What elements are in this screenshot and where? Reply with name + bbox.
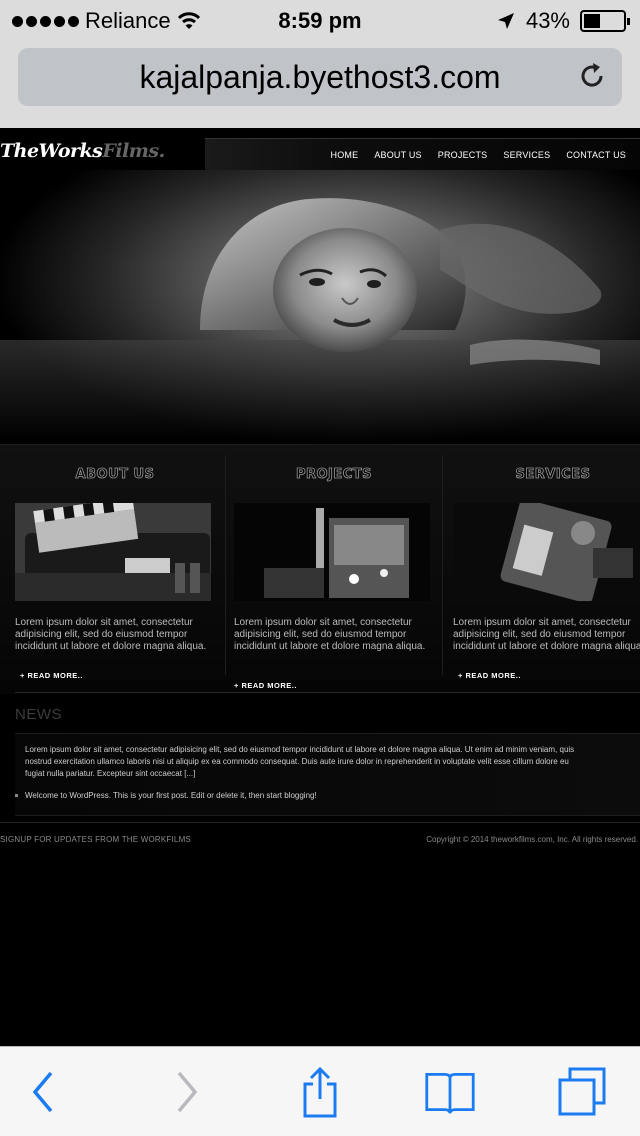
share-button[interactable] (294, 1066, 346, 1118)
back-icon (32, 1071, 53, 1113)
nav-projects[interactable]: PROJECTS (430, 150, 496, 160)
nav-contact-us[interactable]: CONTACT US (558, 150, 634, 160)
main-nav: HOME ABOUT US PROJECTS SERVICES CONTACT … (205, 138, 640, 170)
column-title[interactable]: SERVICES (453, 467, 640, 483)
column-image-camera[interactable] (453, 503, 640, 601)
browser-toolbar (0, 1046, 640, 1136)
web-page: TheWorksFilms. HOME ABOUT US PROJECTS SE… (0, 128, 640, 1046)
reload-icon[interactable] (574, 58, 610, 94)
status-bar: Reliance 8:59 pm 43% (0, 0, 640, 40)
news-divider (15, 692, 640, 693)
news-excerpt-line: Lorem ipsum dolor sit amet, consectetur … (25, 745, 575, 754)
read-more-link[interactable]: + READ MORE.. (20, 671, 83, 680)
tabs-icon (558, 1067, 606, 1116)
footer-signup[interactable]: SIGNUP FOR UPDATES FROM THE WORKFILMS (0, 835, 191, 844)
address-bar[interactable]: kajalpanja.byethost3.com (18, 48, 622, 106)
news-list-item[interactable]: Welcome to WordPress. This is your first… (15, 791, 317, 800)
nav-about-us[interactable]: ABOUT US (366, 150, 429, 160)
bullet-icon (15, 794, 18, 798)
column-about-us: ABOUT US Lorem ipsum dolor sit amet, con… (0, 445, 218, 695)
news-item-text[interactable]: Welcome to WordPress. This is your first… (25, 791, 317, 800)
column-image-cinema[interactable] (234, 503, 430, 601)
column-title[interactable]: PROJECTS (234, 467, 434, 483)
status-right: 43% (496, 8, 630, 34)
hero-portrait-illustration (0, 198, 640, 442)
tabs-button[interactable] (556, 1067, 608, 1117)
news-title: NEWS (15, 706, 62, 723)
bookmarks-button[interactable] (424, 1067, 476, 1117)
news-excerpt-line: fugiat nulla pariatur. Excepteur sint oc… (25, 769, 196, 778)
news-excerpt: Lorem ipsum dolor sit amet, consectetur … (25, 744, 640, 780)
address-bar-area: kajalpanja.byethost3.com (0, 40, 640, 128)
feature-columns: ABOUT US Lorem ipsum dolor sit amet, con… (0, 444, 640, 694)
footer-copyright: Copyright © 2014 theworkfilms.com, Inc. … (426, 835, 638, 844)
column-image-clapperboard[interactable] (15, 503, 211, 601)
nav-services[interactable]: SERVICES (495, 150, 558, 160)
column-services: SERVICES Lorem ipsum dolor sit amet, con… (438, 445, 640, 695)
share-icon (303, 1066, 337, 1118)
bookmarks-icon (425, 1072, 475, 1114)
battery-percent: 43% (525, 8, 570, 33)
site-logo[interactable]: TheWorksFilms. (0, 140, 165, 162)
footer-divider (0, 822, 640, 823)
nav-home[interactable]: HOME (323, 150, 367, 160)
column-text: Lorem ipsum dolor sit amet, consectetur … (15, 617, 207, 652)
hero-image (0, 170, 640, 442)
logo-main: TheWorks (0, 140, 103, 162)
column-text: Lorem ipsum dolor sit amet, consectetur … (453, 617, 640, 652)
news-box: Lorem ipsum dolor sit amet, consectetur … (15, 733, 640, 816)
battery-fill (584, 14, 601, 28)
forward-button[interactable] (160, 1067, 212, 1117)
logo-suffix: Films. (102, 140, 165, 162)
back-button[interactable] (18, 1067, 70, 1117)
read-more-link[interactable]: + READ MORE.. (234, 681, 297, 690)
forward-icon (177, 1071, 198, 1113)
column-text: Lorem ipsum dolor sit amet, consectetur … (234, 617, 426, 652)
battery-icon (580, 10, 630, 32)
column-title[interactable]: ABOUT US (15, 467, 215, 483)
column-projects: PROJECTS Lorem ipsum dolor sit amet, con… (219, 445, 437, 695)
location-arrow-icon (497, 13, 514, 29)
url-text[interactable]: kajalpanja.byethost3.com (18, 59, 622, 96)
read-more-link[interactable]: + READ MORE.. (458, 671, 521, 680)
news-excerpt-line: nostrud exercitation ullamco laboris nis… (25, 757, 569, 766)
